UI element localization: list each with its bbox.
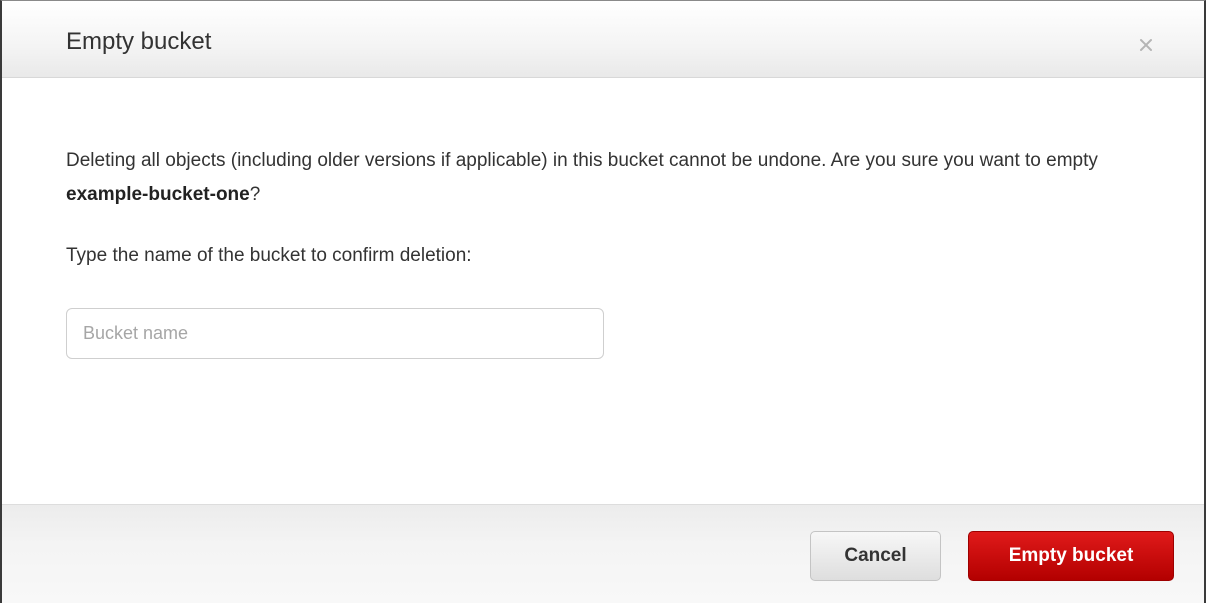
empty-bucket-button[interactable]: Empty bucket: [968, 531, 1174, 581]
warning-message-text: Deleting all objects (including older ve…: [66, 150, 1098, 171]
dialog-title: Empty bucket: [66, 28, 212, 55]
dialog-footer: Cancel Empty bucket: [2, 504, 1204, 603]
dialog-body: Deleting all objects (including older ve…: [2, 78, 1204, 504]
warning-message: Deleting all objects (including older ve…: [66, 144, 1146, 212]
dialog-header: Empty bucket: [2, 1, 1204, 78]
cancel-button[interactable]: Cancel: [810, 531, 941, 581]
close-icon[interactable]: [1138, 37, 1154, 53]
bucket-name: example-bucket-one: [66, 184, 250, 205]
warning-message-suffix: ?: [249, 184, 261, 205]
confirm-label: Type the name of the bucket to confirm d…: [66, 245, 472, 266]
empty-bucket-dialog: Empty bucket Deleting all objects (inclu…: [0, 0, 1206, 603]
bucket-name-input[interactable]: [66, 308, 604, 359]
